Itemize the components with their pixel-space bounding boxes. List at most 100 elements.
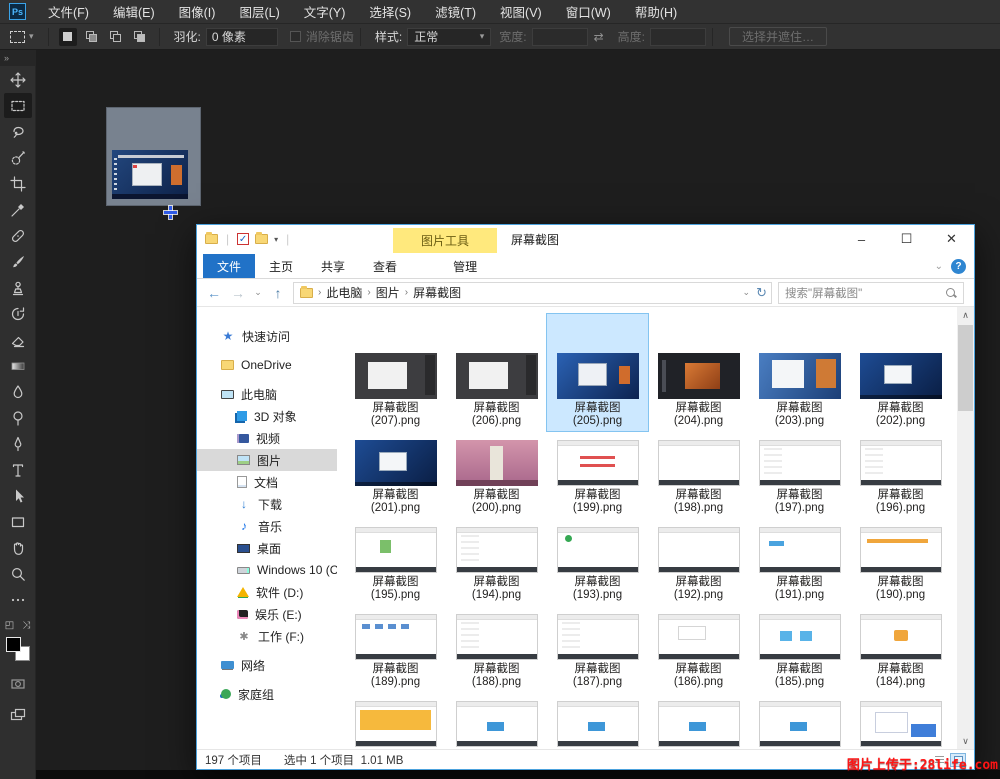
recent-locations-icon[interactable]: ⌄ xyxy=(253,287,263,298)
more-tool[interactable] xyxy=(4,587,32,612)
menu-image[interactable]: 图像(I) xyxy=(167,0,228,24)
file-item[interactable] xyxy=(850,695,951,749)
file-item[interactable]: 屏幕截图(184).png xyxy=(850,608,951,692)
crop-tool[interactable] xyxy=(4,171,32,196)
intersect-selection-button[interactable] xyxy=(131,28,149,46)
file-item[interactable]: 屏幕截图(202).png xyxy=(850,347,951,431)
history-brush-tool[interactable] xyxy=(4,301,32,326)
sidebar-item-drive-e[interactable]: 娱乐 (E:) xyxy=(197,603,337,625)
sidebar-item-document[interactable]: 文档 xyxy=(197,471,337,493)
file-item[interactable]: 屏幕截图(203).png xyxy=(749,347,850,431)
file-item[interactable]: 屏幕截图(204).png xyxy=(648,347,749,431)
tab-manage[interactable]: 管理 xyxy=(439,254,491,278)
new-folder-icon[interactable] xyxy=(255,234,268,244)
quick-select-tool[interactable] xyxy=(4,145,32,170)
file-item[interactable] xyxy=(345,695,446,749)
explorer-titlebar[interactable]: | ✓ ▾ | 图片工具 屏幕截图 – ☐ ✕ xyxy=(197,225,974,253)
add-selection-button[interactable] xyxy=(83,28,101,46)
picture-tools-context-tab[interactable]: 图片工具 xyxy=(393,228,497,253)
tab-share[interactable]: 共享 xyxy=(307,254,359,278)
file-item[interactable]: 屏幕截图(190).png xyxy=(850,521,951,605)
sidebar-item-computer[interactable]: 此电脑 xyxy=(197,383,337,405)
file-item[interactable]: 屏幕截图(206).png xyxy=(446,347,547,431)
gradient-tool[interactable] xyxy=(4,353,32,378)
address-bar[interactable]: › 此电脑 › 图片 › 屏幕截图 ⌄ ↻ xyxy=(293,282,772,304)
sidebar-item-music[interactable]: ♪音乐 xyxy=(197,515,337,537)
tab-view[interactable]: 查看 xyxy=(359,254,411,278)
menu-select[interactable]: 选择(S) xyxy=(357,0,423,24)
menu-file[interactable]: 文件(F) xyxy=(36,0,101,24)
sidebar-item-folder[interactable]: OneDrive xyxy=(197,354,337,376)
vertical-scrollbar[interactable]: ∧ ∨ xyxy=(957,307,974,749)
file-item[interactable]: 屏幕截图(192).png xyxy=(648,521,749,605)
breadcrumb-screenshots[interactable]: 屏幕截图 xyxy=(413,284,461,301)
file-item[interactable]: 屏幕截图(187).png xyxy=(547,608,648,692)
sidebar-item-star[interactable]: ★快速访问 xyxy=(197,325,337,347)
new-selection-button[interactable] xyxy=(59,28,77,46)
zoom-tool[interactable] xyxy=(4,561,32,586)
sidebar-item-cube[interactable]: 3D 对象 xyxy=(197,405,337,427)
file-item[interactable] xyxy=(547,695,648,749)
scroll-down-icon[interactable]: ∨ xyxy=(957,733,974,749)
refresh-icon[interactable]: ↻ xyxy=(756,285,767,301)
lasso-tool[interactable] xyxy=(4,119,32,144)
style-dropdown[interactable]: 正常 ▾ xyxy=(407,28,491,46)
marquee-tool[interactable] xyxy=(4,93,32,118)
file-item[interactable]: 屏幕截图(193).png xyxy=(547,521,648,605)
scroll-up-icon[interactable]: ∧ xyxy=(957,307,974,323)
file-item[interactable]: 屏幕截图(201).png xyxy=(345,434,446,518)
file-item[interactable]: 屏幕截图(197).png xyxy=(749,434,850,518)
menu-window[interactable]: 窗口(W) xyxy=(554,0,623,24)
sidebar-item-drive-d[interactable]: 软件 (D:) xyxy=(197,581,337,603)
file-item[interactable]: 屏幕截图(189).png xyxy=(345,608,446,692)
minimize-button[interactable]: – xyxy=(839,225,884,253)
pen-tool[interactable] xyxy=(4,431,32,456)
menu-type[interactable]: 文字(Y) xyxy=(292,0,358,24)
scrollbar-thumb[interactable] xyxy=(958,325,973,411)
sidebar-item-download[interactable]: ↓下载 xyxy=(197,493,337,515)
select-and-mask-button[interactable]: 选择并遮住… xyxy=(729,27,827,46)
folder-icon[interactable] xyxy=(205,234,218,244)
file-item[interactable]: 屏幕截图(199).png xyxy=(547,434,648,518)
healing-tool[interactable] xyxy=(4,223,32,248)
file-item[interactable]: 屏幕截图(191).png xyxy=(749,521,850,605)
file-item[interactable] xyxy=(648,695,749,749)
file-item[interactable]: 屏幕截图(194).png xyxy=(446,521,547,605)
sidebar-item-drive[interactable]: Windows 10 (C:) xyxy=(197,559,337,581)
file-item[interactable]: 屏幕截图(207).png xyxy=(345,347,446,431)
height-input[interactable] xyxy=(650,28,706,46)
blur-tool[interactable] xyxy=(4,379,32,404)
toolbar-collapse-icon[interactable]: » xyxy=(0,50,35,66)
file-item[interactable]: 屏幕截图(195).png xyxy=(345,521,446,605)
sidebar-item-video[interactable]: 视频 xyxy=(197,427,337,449)
swap-colors-icon[interactable]: ⤨ xyxy=(22,620,30,631)
close-button[interactable]: ✕ xyxy=(929,225,974,253)
width-input[interactable] xyxy=(532,28,588,46)
default-colors-icon[interactable]: ◰ xyxy=(5,620,14,631)
help-icon[interactable]: ? xyxy=(951,259,966,274)
path-select-tool[interactable] xyxy=(4,483,32,508)
hand-tool[interactable] xyxy=(4,535,32,560)
menu-filter[interactable]: 滤镜(T) xyxy=(423,0,488,24)
screen-mode-button[interactable] xyxy=(4,702,32,727)
forward-button[interactable]: → xyxy=(229,285,247,301)
type-tool[interactable] xyxy=(4,457,32,482)
file-item[interactable]: 屏幕截图(200).png xyxy=(446,434,547,518)
up-button[interactable]: ↑ xyxy=(269,285,287,301)
breadcrumb-this-pc[interactable]: 此电脑 xyxy=(326,284,362,301)
photoshop-canvas-document[interactable] xyxy=(107,108,200,205)
file-item[interactable]: 屏幕截图(186).png xyxy=(648,608,749,692)
breadcrumb-pictures[interactable]: 图片 xyxy=(376,284,400,301)
swap-dimensions-icon[interactable]: ⇄ xyxy=(594,30,604,44)
file-item[interactable]: 屏幕截图(198).png xyxy=(648,434,749,518)
feather-input[interactable]: 0 像素 xyxy=(206,28,278,46)
ribbon-collapse-icon[interactable]: ⌄ xyxy=(935,261,943,272)
back-button[interactable]: ← xyxy=(205,285,223,301)
sidebar-item-network[interactable]: 网络 xyxy=(197,654,337,676)
eraser-tool[interactable] xyxy=(4,327,32,352)
move-tool[interactable] xyxy=(4,67,32,92)
brush-tool[interactable] xyxy=(4,249,32,274)
qat-customize-icon[interactable]: ▾ xyxy=(274,235,278,244)
file-item[interactable]: 屏幕截图(188).png xyxy=(446,608,547,692)
quick-mask-button[interactable] xyxy=(4,671,32,696)
